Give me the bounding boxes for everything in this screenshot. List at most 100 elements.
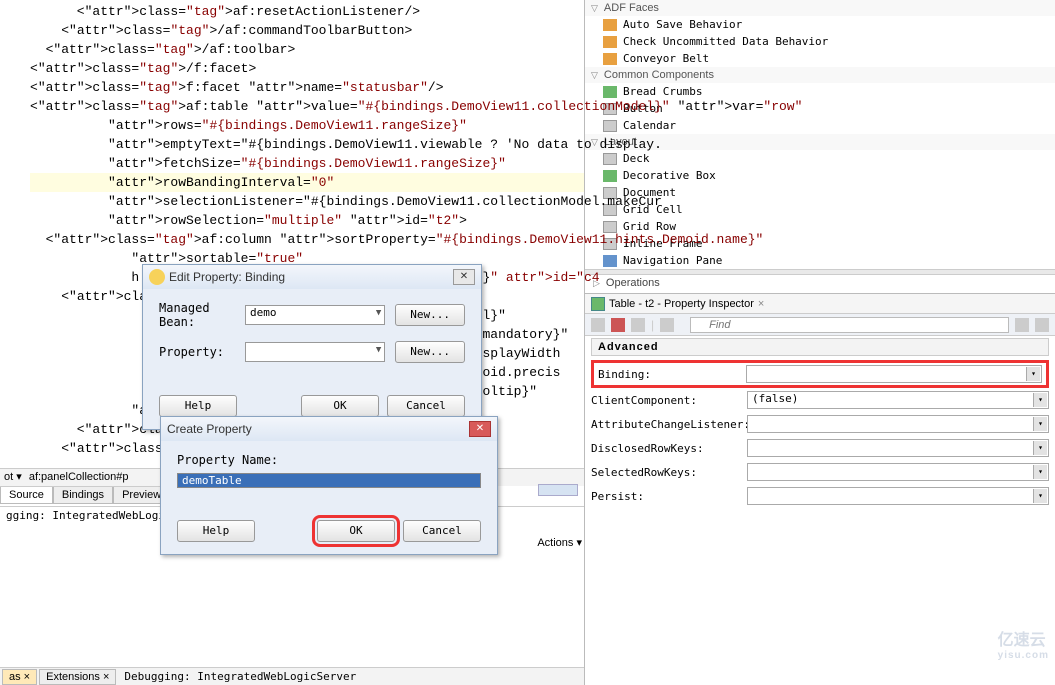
up-icon[interactable] — [1015, 318, 1029, 332]
code-line[interactable]: "attr">fetchSize="#{bindings.DemoView11.… — [30, 154, 584, 173]
help-button[interactable]: Help — [159, 395, 237, 417]
prop-value[interactable]: ▾ — [747, 463, 1049, 481]
property-select[interactable] — [245, 342, 385, 362]
cancel-button[interactable]: Cancel — [403, 520, 481, 542]
dropdown-icon[interactable]: ▾ — [1026, 367, 1040, 381]
crumb[interactable]: ot ▾ — [4, 471, 22, 483]
dropdown-icon[interactable]: ▾ — [1033, 489, 1047, 503]
code-line[interactable]: "attr">rows="#{bindings.DemoView11.range… — [30, 116, 584, 135]
prop-row: ClientComponent: (false)▾ — [585, 388, 1055, 412]
dropdown-icon[interactable]: ▾ — [1033, 465, 1047, 479]
crumb[interactable]: af:panelCollection#p — [29, 471, 129, 483]
component-palette: ▽ADF FacesAuto Save BehaviorCheck Uncomm… — [585, 0, 1055, 269]
new-bean-button[interactable]: New... — [395, 304, 465, 326]
create-property-dialog: Create Property ✕ Property Name: Help OK… — [160, 416, 498, 555]
inspector-tab-title: Table - t2 - Property Inspector — [609, 298, 754, 310]
prop-row: AttributeChangeListener: ▾ — [585, 412, 1055, 436]
component-icon — [603, 36, 617, 48]
dropdown-icon[interactable]: ▾ — [1033, 417, 1047, 431]
prop-row: SelectedRowKeys: ▾ — [585, 460, 1055, 484]
code-line[interactable]: <"attr">class="tag">f:facet "attr">name=… — [30, 78, 584, 97]
prop-label: DisclosedRowKeys: — [591, 442, 743, 455]
bottom-tab[interactable]: Extensions × — [39, 669, 116, 685]
prop-value[interactable]: ▾ — [747, 439, 1049, 457]
new-property-button[interactable]: New... — [395, 341, 465, 363]
code-line[interactable]: "attr">emptyText="#{bindings.DemoView11.… — [30, 135, 584, 154]
palette-group-header[interactable]: ▽ADF Faces — [585, 0, 1055, 16]
pin-icon[interactable] — [611, 318, 625, 332]
component-icon — [603, 86, 617, 98]
tab-bindings[interactable]: Bindings — [53, 487, 113, 504]
palette-item[interactable]: Calendar — [585, 117, 1055, 134]
inspector-properties: Advanced Binding:▾ClientComponent: (fals… — [585, 336, 1055, 685]
code-line[interactable]: <"attr">class="tag">/f:facet> — [30, 59, 584, 78]
code-line[interactable]: <"attr">class="tag">/af:commandToolbarBu… — [30, 21, 584, 40]
code-editor-pane: <"attr">class="tag">af:resetActionListen… — [0, 0, 584, 685]
edit-property-dialog: Edit Property: Binding ✕ Managed Bean: d… — [142, 264, 482, 430]
code-line[interactable]: <"attr">class="tag">af:table "attr">valu… — [30, 97, 584, 116]
palette-item[interactable]: Check Uncommitted Data Behavior — [585, 33, 1055, 50]
prop-row: Persist:▾ — [585, 484, 1055, 508]
prop-row-binding: Binding:▾ — [591, 360, 1049, 388]
component-icon — [603, 19, 617, 31]
property-label: Property: — [159, 345, 245, 359]
prop-value[interactable]: ▾ — [746, 365, 1042, 383]
prop-label: ClientComponent: — [591, 394, 743, 407]
close-icon[interactable]: × — [758, 298, 764, 310]
component-icon — [603, 120, 617, 132]
dialog-icon — [149, 269, 165, 285]
code-line[interactable]: <"attr">class="tag">af:column "attr">sor… — [30, 230, 584, 249]
ok-button[interactable]: OK — [317, 520, 395, 542]
palette-item[interactable]: Deck — [585, 150, 1055, 167]
chevron-down-icon: ▽ — [591, 70, 598, 81]
prop-value[interactable]: ▾ — [747, 415, 1049, 433]
palette-item[interactable]: Bread Crumbs — [585, 83, 1055, 100]
watermark: 亿速云 yisu.com — [998, 626, 1049, 661]
palette-item[interactable]: Navigation Pane — [585, 252, 1055, 269]
prop-value[interactable]: (false)▾ — [747, 391, 1049, 409]
dialog1-title: Edit Property: Binding — [169, 270, 285, 284]
find-input[interactable] — [690, 317, 1009, 333]
down-icon[interactable] — [1035, 318, 1049, 332]
operations-section[interactable]: ▷ Operations — [585, 275, 1055, 293]
property-name-label: Property Name: — [177, 453, 278, 467]
dialog2-title: Create Property — [167, 422, 252, 436]
component-icon — [603, 255, 617, 267]
close-icon[interactable]: ✕ — [453, 269, 475, 285]
palette-item[interactable]: Conveyor Belt — [585, 50, 1055, 67]
horizontal-scrollbar[interactable] — [538, 484, 578, 496]
prop-row: DisclosedRowKeys: ▾ — [585, 436, 1055, 460]
toolbar-icon[interactable] — [591, 318, 605, 332]
code-line[interactable]: <"attr">class="tag">/af:toolbar> — [30, 40, 584, 59]
palette-item[interactable]: Decorative Box — [585, 167, 1055, 184]
palette-group-header[interactable]: ▽Common Components — [585, 67, 1055, 83]
managed-bean-select[interactable]: demo — [245, 305, 385, 325]
actions-menu[interactable]: Actions ▾ — [537, 536, 582, 549]
code-line[interactable]: <"attr">class="tag">af:resetActionListen… — [30, 2, 584, 21]
chevron-down-icon: ▽ — [591, 3, 598, 14]
dropdown-icon[interactable]: ▾ — [1033, 441, 1047, 455]
palette-item[interactable]: Auto Save Behavior — [585, 16, 1055, 33]
component-icon — [603, 170, 617, 182]
tab-source[interactable]: Source — [0, 487, 53, 504]
cancel-button[interactable]: Cancel — [387, 395, 465, 417]
table-icon — [591, 297, 605, 311]
ok-button[interactable]: OK — [301, 395, 379, 417]
toolbar-icon[interactable] — [631, 318, 645, 332]
section-advanced: Advanced — [591, 338, 1049, 356]
code-line[interactable]: "attr">rowBandingInterval="0" — [30, 173, 584, 192]
component-icon — [603, 221, 617, 233]
help-button[interactable]: Help — [177, 520, 255, 542]
toolbar-icon[interactable] — [660, 318, 674, 332]
close-icon[interactable]: ✕ — [469, 421, 491, 437]
property-name-input[interactable] — [177, 473, 481, 488]
code-line[interactable]: "attr">rowSelection="multiple" "attr">id… — [30, 211, 584, 230]
code-line[interactable]: "attr">selectionListener="#{bindings.Dem… — [30, 192, 584, 211]
dropdown-icon[interactable]: ▾ — [1033, 393, 1047, 407]
window-bottom-bar: as × Extensions × Debugging: IntegratedW… — [0, 667, 584, 685]
property-inspector: Table - t2 - Property Inspector × | Adva… — [585, 293, 1055, 685]
prop-label: SelectedRowKeys: — [591, 466, 743, 479]
prop-value[interactable]: ▾ — [747, 487, 1049, 505]
bottom-tab[interactable]: as × — [2, 669, 37, 685]
prop-label: AttributeChangeListener: — [591, 418, 743, 431]
